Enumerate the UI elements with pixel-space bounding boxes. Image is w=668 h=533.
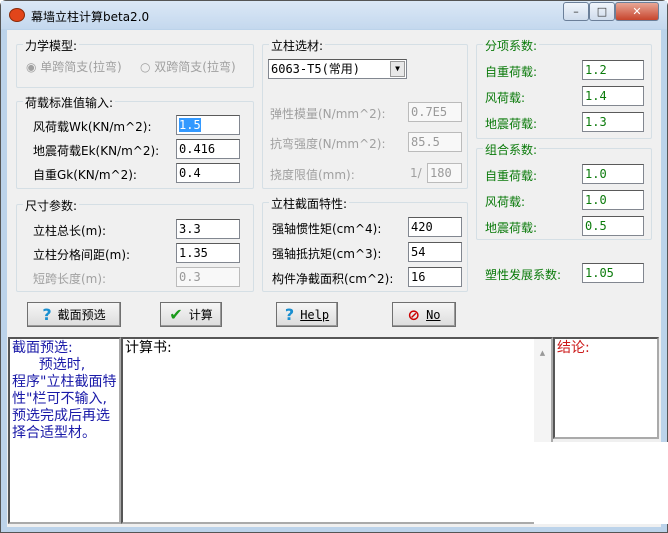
model-legend: 力学模型: xyxy=(23,37,80,54)
calc-report-text: 计算书: xyxy=(125,340,172,356)
short-span-label: 短跨长度(m): xyxy=(33,272,107,286)
client-area: 力学模型: ◉ 单跨简支(拉弯) ○ 双跨简支(拉弯) 荷载标准值输入: 风荷载… xyxy=(0,0,668,533)
wind-load-input[interactable]: 1.5 xyxy=(176,115,240,135)
radio-single-span[interactable]: ◉ 单跨简支(拉弯) xyxy=(26,58,122,75)
conclusion-text: 结论: xyxy=(557,340,590,356)
scroll-up-icon[interactable]: ▲ xyxy=(534,345,551,362)
preselect-button[interactable]: ? 截面预选 xyxy=(27,302,121,327)
partial-seismic-label: 地震荷载: xyxy=(485,117,538,131)
elastic-modulus-input: 0.7E5 xyxy=(408,102,462,122)
bending-strength-label: 抗弯强度(N/mm^2): xyxy=(270,137,386,151)
combo-seismic-label: 地震荷载: xyxy=(485,221,538,235)
wind-load-value: 1.5 xyxy=(179,118,201,132)
column-spacing-label: 立柱分格间距(m): xyxy=(33,248,131,262)
short-span-input: 0.3 xyxy=(176,267,240,287)
inertia-label: 强轴惯性矩(cm^4): xyxy=(272,222,382,236)
preselect-hint-pane: 截面预选: 预选时, 程序"立柱截面特性"栏可不输入,预选完成后再选择合适型材。 xyxy=(8,337,121,524)
combo-seismic-input[interactable]: 0.5 xyxy=(582,216,644,236)
column-spacing-input[interactable]: 1.35 xyxy=(176,243,240,263)
material-select[interactable]: 6063-T5(常用) ▼ xyxy=(268,59,407,79)
no-entry-icon: ⊘ xyxy=(407,305,421,324)
partial-dead-input[interactable]: 1.2 xyxy=(582,60,644,80)
column-length-label: 立柱总长(m): xyxy=(33,224,107,238)
net-area-input[interactable]: 16 xyxy=(408,267,462,287)
combo-legend: 组合系数: xyxy=(483,141,540,158)
elastic-modulus-label: 弹性模量(N/mm^2): xyxy=(270,107,386,121)
calc-report-pane[interactable]: 计算书: ▲ xyxy=(121,337,553,524)
plastic-factor-input[interactable]: 1.05 xyxy=(582,263,644,283)
help-question-icon: ? xyxy=(284,305,295,324)
section-legend: 立柱截面特性: xyxy=(269,195,350,212)
net-area-label: 构件净截面积(cm^2): xyxy=(272,272,394,286)
partial-legend: 分项系数: xyxy=(483,37,540,54)
no-label: No xyxy=(426,307,441,322)
plastic-factor-label: 塑性发展系数: xyxy=(485,268,562,282)
deflection-limit-label: 挠度限值(mm): xyxy=(270,168,355,182)
checkmark-icon: ✔ xyxy=(169,305,183,324)
conclusion-pane[interactable]: 结论: xyxy=(553,337,659,439)
seismic-load-input[interactable]: 0.416 xyxy=(176,139,240,159)
column-length-input[interactable]: 3.3 xyxy=(176,219,240,239)
partial-wind-input[interactable]: 1.4 xyxy=(582,86,644,106)
section-modulus-label: 强轴抵抗矩(cm^3): xyxy=(272,247,382,261)
radio-double-span[interactable]: ○ 双跨简支(拉弯) xyxy=(140,58,236,75)
material-legend: 立柱选材: xyxy=(269,37,326,54)
seismic-load-label: 地震荷载Ek(KN/m^2): xyxy=(33,144,160,158)
help-label: Help xyxy=(300,307,330,322)
blank-overlay xyxy=(534,442,668,524)
dead-load-label: 自重Gk(KN/m^2): xyxy=(33,168,137,182)
section-modulus-input[interactable]: 54 xyxy=(408,242,462,262)
deflection-limit-input: 180 xyxy=(427,163,462,183)
bending-strength-input: 85.5 xyxy=(408,132,462,152)
partial-wind-label: 风荷载: xyxy=(485,91,526,105)
dead-load-input[interactable]: 0.4 xyxy=(176,163,240,183)
partial-dead-label: 自重荷载: xyxy=(485,65,538,79)
radio-double-label: 双跨简支(拉弯) xyxy=(154,60,236,74)
help-button[interactable]: ? Help xyxy=(276,302,338,327)
partial-seismic-input[interactable]: 1.3 xyxy=(582,112,644,132)
combo-wind-label: 风荷载: xyxy=(485,195,526,209)
combo-wind-input[interactable]: 1.0 xyxy=(582,190,644,210)
help-question-icon: ? xyxy=(42,305,52,324)
combo-dead-input[interactable]: 1.0 xyxy=(582,164,644,184)
loads-legend: 荷载标准值输入: xyxy=(23,94,116,111)
inertia-input[interactable]: 420 xyxy=(408,217,462,237)
preselect-label: 截面预选 xyxy=(57,308,106,322)
calculate-label: 计算 xyxy=(188,308,213,322)
calculate-button[interactable]: ✔ 计算 xyxy=(160,302,222,327)
radio-single-label: 单跨简支(拉弯) xyxy=(40,60,122,74)
deflection-prefix: 1/ xyxy=(410,166,422,180)
material-select-value: 6063-T5(常用) xyxy=(271,62,361,76)
no-button[interactable]: ⊘ No xyxy=(392,302,456,327)
chevron-down-icon[interactable]: ▼ xyxy=(390,61,405,77)
wind-load-label: 风荷载Wk(KN/m^2): xyxy=(33,120,152,134)
combo-dead-label: 自重荷载: xyxy=(485,169,538,183)
dims-legend: 尺寸参数: xyxy=(23,197,80,214)
